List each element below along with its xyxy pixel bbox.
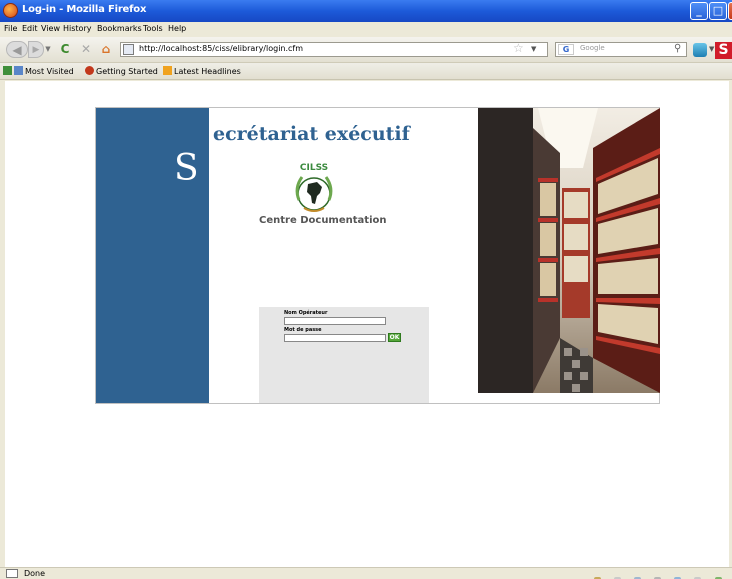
menu-file[interactable]: File xyxy=(4,24,17,33)
navigation-toolbar: ◀ ▶ ▼ C ✕ ⌂ http://localhost:85/ciss/eli… xyxy=(0,37,732,63)
addon-icon[interactable] xyxy=(693,43,707,57)
back-button[interactable]: ◀ xyxy=(6,41,28,58)
page-content: S ecrétariat exécutif CILSS Centre Docum… xyxy=(5,81,729,567)
operator-label: Nom Opérateur xyxy=(284,310,328,316)
search-input[interactable]: G Google ⚲ xyxy=(555,42,687,57)
login-form: Nom Opérateur Mot de passe OK xyxy=(259,307,429,403)
bookmark-getting-started[interactable]: Getting Started xyxy=(85,66,158,76)
menu-tools[interactable]: Tools xyxy=(143,24,163,33)
bookmark-label: Most Visited xyxy=(25,67,74,76)
rss-feed-icon xyxy=(163,66,172,75)
status-text: Done xyxy=(24,569,46,578)
url-bar[interactable]: http://localhost:85/ciss/elibrary/login.… xyxy=(120,41,548,57)
url-dropdown-icon[interactable]: ▼ xyxy=(531,45,536,53)
bookmark-folder-icon xyxy=(3,66,12,75)
window-title: Log-in - Mozilla Firefox xyxy=(22,4,147,15)
browser-window: Log-in - Mozilla Firefox _ □ X File Edit… xyxy=(0,0,732,579)
bookmark-label: Getting Started xyxy=(96,67,158,76)
bookmark-star-icon[interactable]: ☆ xyxy=(513,41,524,55)
page-title: ecrétariat exécutif xyxy=(213,123,410,145)
logo-text: CILSS xyxy=(300,163,328,173)
search-engine-icon[interactable]: G xyxy=(558,44,574,55)
stop-icon[interactable]: ✕ xyxy=(78,41,94,58)
blue-side-panel: S xyxy=(96,108,209,403)
menu-edit[interactable]: Edit xyxy=(22,24,38,33)
url-text[interactable]: http://localhost:85/ciss/elibrary/login.… xyxy=(139,44,303,53)
most-visited-icon xyxy=(14,66,23,75)
search-placeholder: Google xyxy=(580,44,605,52)
menu-help[interactable]: Help xyxy=(168,24,186,33)
menu-history[interactable]: History xyxy=(63,24,91,33)
menu-bookmarks[interactable]: Bookmarks xyxy=(97,24,142,33)
ok-button[interactable]: OK xyxy=(388,333,401,342)
page-icon xyxy=(123,44,134,55)
title-bar: Log-in - Mozilla Firefox _ □ X xyxy=(0,0,732,22)
firefox-icon xyxy=(3,3,18,18)
password-input[interactable] xyxy=(284,334,386,342)
center-label: Centre Documentation xyxy=(259,215,387,226)
login-panel: S ecrétariat exécutif CILSS Centre Docum… xyxy=(95,107,660,404)
bookmark-latest-headlines[interactable]: Latest Headlines xyxy=(163,66,241,76)
getting-started-icon xyxy=(85,66,94,75)
menu-bar: File Edit View History Bookmarks Tools H… xyxy=(0,22,732,37)
s-addon-icon[interactable]: S xyxy=(715,42,732,59)
operator-input[interactable] xyxy=(284,317,386,325)
close-button[interactable]: X xyxy=(728,2,732,20)
cilss-logo: CILSS xyxy=(295,163,333,212)
bookmark-label: Latest Headlines xyxy=(174,67,241,76)
forward-button[interactable]: ▶ xyxy=(28,41,44,58)
status-icons xyxy=(594,569,730,579)
home-icon[interactable]: ⌂ xyxy=(98,41,114,58)
big-s-letter: S xyxy=(174,148,199,189)
bookmark-most-visited[interactable]: Most Visited xyxy=(3,66,74,76)
minimize-button[interactable]: _ xyxy=(690,2,708,20)
bookmarks-toolbar: Most Visited Getting Started Latest Head… xyxy=(0,63,732,80)
status-page-icon xyxy=(6,569,18,578)
password-label: Mot de passe xyxy=(284,327,322,333)
history-dropdown-icon[interactable]: ▼ xyxy=(44,41,52,58)
menu-view[interactable]: View xyxy=(41,24,60,33)
status-bar: Done xyxy=(0,567,732,579)
maximize-button[interactable]: □ xyxy=(709,2,727,20)
addon-dropdown-icon[interactable]: ▼ xyxy=(709,45,714,53)
reload-icon[interactable]: C xyxy=(57,41,73,58)
search-icon[interactable]: ⚲ xyxy=(674,43,681,54)
library-photo xyxy=(478,108,660,393)
